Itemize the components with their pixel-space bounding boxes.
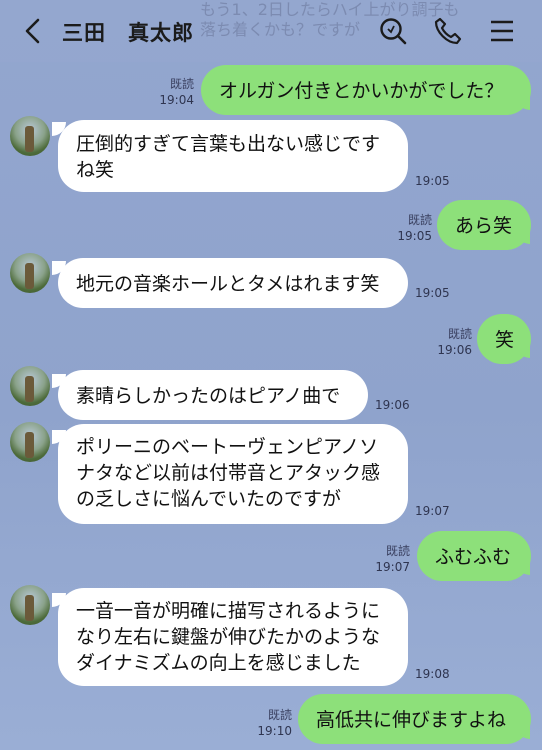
avatar[interactable] [10,585,50,625]
search-icon[interactable] [378,16,408,46]
message-time: 19:05 [415,174,450,188]
message-meta: 既読 19:04 [150,76,194,108]
message-meta: 既読 19:07 [366,543,410,575]
message-meta: 既読 19:05 [388,212,432,244]
message-bubble[interactable]: ポリーニのベートーヴェンピアノソナタなど以前は付帯音とアタック感の乏しさに悩んで… [58,424,408,524]
message-bubble[interactable]: 素晴らしかったのはピアノ曲で [58,370,368,420]
read-receipt: 既読 [169,77,194,91]
message-time: 19:06 [437,343,472,357]
menu-icon[interactable] [487,16,517,46]
message-bubble[interactable]: 笑 [477,314,531,364]
message-time: 19:07 [375,560,410,574]
message-time: 19:06 [375,398,410,412]
chat-header: もう1、2日したらハイ上がり調子も 落ち着くかも？ですが 三田 真太郎 [0,0,542,62]
message-time: 19:05 [415,286,450,300]
contact-name[interactable]: 三田 真太郎 [62,17,194,47]
avatar[interactable] [10,422,50,462]
phone-icon[interactable] [433,16,463,46]
avatar[interactable] [10,253,50,293]
read-receipt: 既読 [267,708,292,722]
read-receipt: 既読 [407,213,432,227]
message-time: 19:04 [159,93,194,107]
message-bubble[interactable]: ふむふむ [417,531,531,581]
message-time: 19:08 [415,667,450,681]
message-meta: 既読 19:06 [428,326,472,358]
message-bubble[interactable]: 地元の音楽ホールとタメはれます笑 [58,258,408,308]
message-bubble[interactable]: あら笑 [437,200,531,250]
message-bubble[interactable]: 一音一音が明確に描写されるようになり左右に鍵盤が伸びたかのようなダイナミズムの向… [58,588,408,686]
avatar[interactable] [10,116,50,156]
message-time: 19:05 [397,229,432,243]
faded-message-preview: もう1、2日したらハイ上がり調子も 落ち着くかも？ですが [200,0,460,39]
read-receipt: 既読 [385,544,410,558]
message-bubble[interactable]: 高低共に伸びますよね [298,694,531,744]
message-time: 19:10 [257,724,292,738]
avatar[interactable] [10,366,50,406]
message-meta: 既読 19:10 [248,707,292,739]
back-icon[interactable] [22,18,44,44]
read-receipt: 既読 [447,327,472,341]
message-bubble[interactable]: オルガン付きとかいかがでした？ [201,65,531,115]
message-time: 19:07 [415,504,450,518]
message-bubble[interactable]: 圧倒的すぎて言葉も出ない感じですね笑 [58,120,408,192]
